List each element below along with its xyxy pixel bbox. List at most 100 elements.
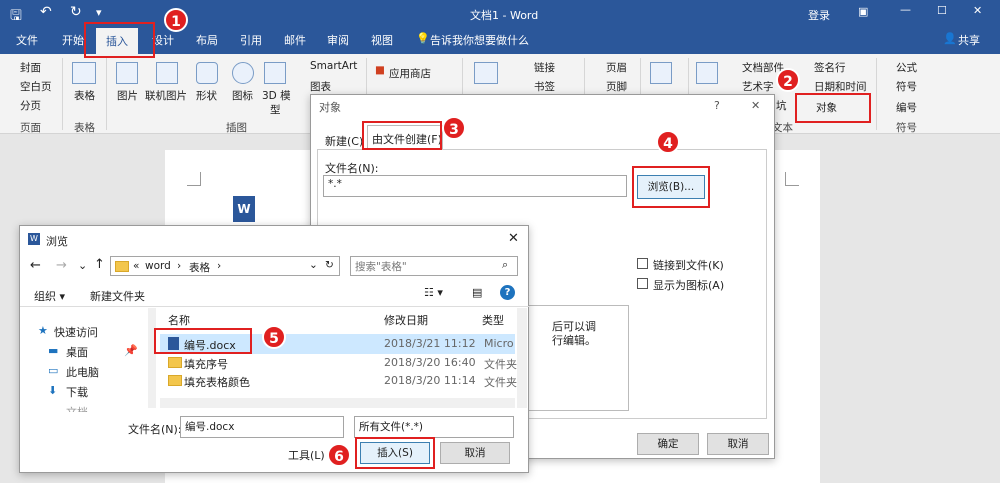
- header-button[interactable]: 页眉: [606, 60, 627, 75]
- forward-arrow-icon[interactable]: →: [56, 258, 67, 273]
- file-type: Micro: [484, 337, 514, 350]
- blank-page-button[interactable]: 空白页: [20, 79, 52, 94]
- textbox-icon[interactable]: [696, 62, 718, 84]
- tab-new[interactable]: 新建(C): [325, 133, 363, 149]
- link-to-file-checkbox[interactable]: [637, 258, 648, 269]
- number-button[interactable]: 编号: [896, 100, 917, 115]
- download-icon: ⬇: [48, 384, 58, 397]
- tab-references[interactable]: 引用: [240, 32, 262, 48]
- window-title: 文档1 - Word: [470, 9, 539, 22]
- path-segment-tables[interactable]: 表格: [189, 260, 210, 275]
- tab-mailings[interactable]: 邮件: [284, 32, 306, 48]
- chart-button[interactable]: 图表: [310, 79, 331, 94]
- page-break-button[interactable]: 分页: [20, 98, 41, 113]
- picture-icon[interactable]: [116, 62, 138, 84]
- redo-icon[interactable]: ↻: [70, 4, 82, 20]
- refresh-icon[interactable]: ↻: [325, 259, 334, 271]
- media-icon[interactable]: [474, 62, 498, 84]
- symbol-button[interactable]: 符号: [896, 79, 917, 94]
- datetime-button[interactable]: 日期和时间: [814, 79, 867, 94]
- equation-button[interactable]: 公式: [896, 60, 917, 75]
- nav-documents[interactable]: 文档: [66, 404, 88, 412]
- help-icon[interactable]: ?: [714, 99, 720, 112]
- filetype-select[interactable]: 所有文件(*.*): [354, 416, 514, 438]
- file-date: 2018/3/20 16:40: [384, 356, 476, 369]
- recent-chevron-icon[interactable]: ⌄: [78, 259, 87, 272]
- cover-page-button[interactable]: 封面: [20, 60, 41, 75]
- table-button[interactable]: 表格: [74, 88, 95, 103]
- signature-line-button[interactable]: 签名行: [814, 60, 846, 75]
- icons-icon[interactable]: [232, 62, 254, 84]
- tab-layout[interactable]: 布局: [196, 32, 218, 48]
- online-picture-button[interactable]: 联机图片: [145, 88, 187, 103]
- display-as-icon-checkbox[interactable]: [637, 278, 648, 289]
- help-circle-icon[interactable]: ?: [500, 285, 515, 300]
- tab-file[interactable]: 文件: [16, 32, 38, 48]
- online-picture-icon[interactable]: [156, 62, 178, 84]
- organize-button[interactable]: 组织 ▾: [34, 288, 65, 304]
- nav-downloads[interactable]: 下载: [66, 384, 88, 400]
- tools-button[interactable]: 工具(L): [288, 447, 325, 463]
- smartart-button[interactable]: SmartArt: [310, 60, 357, 72]
- filename-field[interactable]: *.*: [323, 175, 627, 197]
- store-button[interactable]: 应用商店: [389, 66, 431, 81]
- column-date[interactable]: 修改日期: [384, 312, 428, 328]
- search-input[interactable]: 搜索"表格": [350, 256, 518, 276]
- icons-button[interactable]: 图标: [232, 88, 253, 103]
- ok-button[interactable]: 确定: [637, 433, 699, 455]
- browse-close-icon[interactable]: ✕: [508, 231, 519, 246]
- up-arrow-icon[interactable]: ↑: [94, 257, 105, 272]
- 3d-model-icon[interactable]: [264, 62, 286, 84]
- tab-review[interactable]: 审阅: [327, 32, 349, 48]
- view-options-icon[interactable]: ☷ ▾: [424, 286, 443, 299]
- tab-design[interactable]: 设计: [152, 32, 174, 48]
- preview-pane-icon[interactable]: ▤: [472, 286, 482, 299]
- browse-cancel-button[interactable]: 取消: [440, 442, 510, 464]
- dropcap-button[interactable]: 坑: [776, 98, 787, 113]
- nav-scrollbar[interactable]: [148, 308, 156, 408]
- nav-this-pc[interactable]: 此电脑: [66, 364, 99, 380]
- tab-home[interactable]: 开始: [62, 32, 84, 48]
- wordart-button[interactable]: 艺术字: [742, 79, 774, 94]
- path-bar[interactable]: « word › 表格 › ⌄ ↻: [110, 256, 340, 276]
- share-button[interactable]: 共享: [958, 32, 980, 48]
- word-file-icon[interactable]: W: [233, 196, 255, 222]
- close-icon[interactable]: ✕: [973, 4, 982, 17]
- nav-desktop[interactable]: 桌面: [66, 344, 88, 360]
- 3d-model-button[interactable]: 3D 模: [262, 88, 291, 103]
- horizontal-scrollbar[interactable]: [160, 398, 515, 408]
- shapes-button[interactable]: 形状: [196, 88, 217, 103]
- file-list-scrollbar[interactable]: [517, 308, 527, 408]
- link-button[interactable]: 链接: [534, 60, 555, 75]
- bookmark-button[interactable]: 书签: [534, 79, 555, 94]
- minimize-icon[interactable]: —: [900, 3, 911, 16]
- path-segment-word[interactable]: word: [145, 260, 171, 272]
- browse-filename-field[interactable]: 编号.docx: [180, 416, 344, 438]
- path-dropdown-icon[interactable]: ⌄: [309, 259, 318, 271]
- new-folder-button[interactable]: 新建文件夹: [90, 288, 145, 304]
- file-name[interactable]: 填充表格颜色: [184, 374, 250, 390]
- undo-icon[interactable]: ↶: [40, 4, 52, 20]
- object-cancel-button[interactable]: 取消: [707, 433, 769, 455]
- back-arrow-icon[interactable]: ←: [30, 258, 41, 273]
- tab-view[interactable]: 视图: [371, 32, 393, 48]
- object-dialog-close-icon[interactable]: ✕: [751, 99, 760, 112]
- tell-me-input[interactable]: 告诉我你想要做什么: [430, 32, 529, 48]
- step-badge: 6: [327, 443, 351, 467]
- qat-more-icon[interactable]: ▾: [96, 6, 102, 19]
- footer-button[interactable]: 页脚: [606, 79, 627, 94]
- browse-dialog-title: 浏览: [46, 235, 68, 248]
- maximize-icon[interactable]: ☐: [937, 4, 947, 17]
- login-link[interactable]: 登录: [808, 7, 830, 23]
- table-icon[interactable]: [72, 62, 96, 84]
- ribbon-display-icon[interactable]: ▣: [858, 5, 868, 18]
- column-name[interactable]: 名称: [168, 312, 190, 328]
- save-icon[interactable]: 🖫: [10, 5, 22, 29]
- column-type[interactable]: 类型: [482, 312, 504, 328]
- shapes-icon[interactable]: [196, 62, 218, 84]
- nav-quick-access[interactable]: 快速访问: [54, 324, 98, 340]
- picture-button[interactable]: 图片: [117, 88, 138, 103]
- comment-icon[interactable]: [650, 62, 672, 84]
- file-date: 2018/3/20 11:14: [384, 374, 476, 387]
- file-name[interactable]: 填充序号: [184, 356, 228, 372]
